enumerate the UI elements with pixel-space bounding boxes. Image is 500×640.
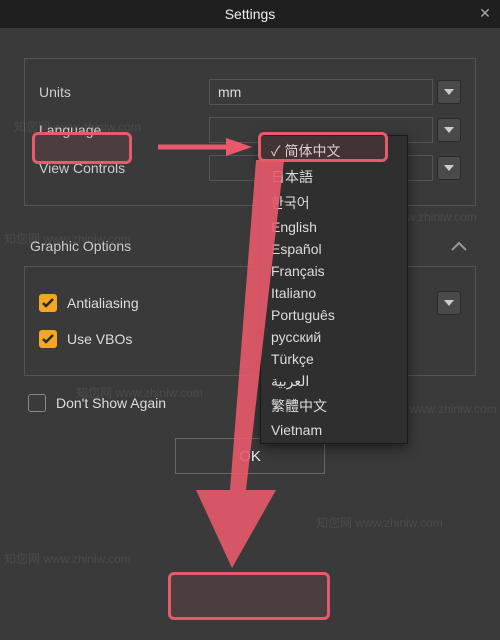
units-label: Units bbox=[39, 84, 209, 100]
language-label: Language bbox=[39, 122, 209, 138]
dont-show-label: Don't Show Again bbox=[56, 395, 166, 411]
antialiasing-label: Antialiasing bbox=[67, 295, 139, 311]
language-option[interactable]: 繁體中文 bbox=[261, 393, 407, 419]
language-option[interactable]: العربية bbox=[261, 370, 407, 393]
dont-show-row: Don't Show Again bbox=[28, 394, 476, 412]
language-option[interactable]: Español bbox=[261, 238, 407, 260]
language-option[interactable]: 简体中文 bbox=[261, 138, 407, 164]
ok-label: OK bbox=[239, 448, 261, 465]
view-controls-label: View Controls bbox=[39, 160, 209, 176]
language-option[interactable]: 日本語 bbox=[261, 164, 407, 190]
units-value: mm bbox=[218, 84, 241, 100]
graphic-options-panel: Antialiasing Use VBOs bbox=[24, 266, 476, 376]
collapse-button[interactable] bbox=[448, 235, 470, 257]
language-option[interactable]: Français bbox=[261, 260, 407, 282]
units-dropdown-button[interactable] bbox=[437, 80, 461, 104]
titlebar: Settings ✕ bbox=[0, 0, 500, 28]
row-units: Units mm bbox=[39, 73, 461, 111]
close-icon[interactable]: ✕ bbox=[476, 4, 494, 22]
chevron-down-icon bbox=[444, 165, 454, 171]
chevron-up-icon bbox=[451, 241, 467, 251]
graphic-options-title: Graphic Options bbox=[30, 238, 131, 254]
highlight-ok-button bbox=[168, 572, 330, 620]
watermark: 知您网 www.zhiniw.com bbox=[316, 514, 443, 531]
chevron-down-icon bbox=[444, 89, 454, 95]
watermark: 知您网 www.zhiniw.com bbox=[4, 550, 131, 567]
window-title: Settings bbox=[225, 6, 276, 22]
chevron-down-icon bbox=[444, 127, 454, 133]
language-option[interactable]: Vietnam bbox=[261, 419, 407, 441]
vbo-checkbox[interactable] bbox=[39, 330, 57, 348]
language-dropdown-button[interactable] bbox=[437, 118, 461, 142]
language-option[interactable]: Português bbox=[261, 304, 407, 326]
general-panel: Units mm Language View Controls bbox=[24, 58, 476, 206]
language-option[interactable]: English bbox=[261, 216, 407, 238]
check-icon bbox=[42, 334, 54, 344]
units-select[interactable]: mm bbox=[209, 79, 433, 105]
antialiasing-checkbox[interactable] bbox=[39, 294, 57, 312]
language-option[interactable]: русский bbox=[261, 326, 407, 348]
vbo-label: Use VBOs bbox=[67, 331, 132, 347]
chevron-down-icon bbox=[444, 300, 454, 306]
language-option[interactable]: 한국어 bbox=[261, 190, 407, 216]
antialiasing-dropdown-button[interactable] bbox=[437, 291, 461, 315]
language-option[interactable]: Türkçe bbox=[261, 348, 407, 370]
view-controls-dropdown-button[interactable] bbox=[437, 156, 461, 180]
language-option[interactable]: Italiano bbox=[261, 282, 407, 304]
language-dropdown-list[interactable]: 简体中文日本語한국어EnglishEspañolFrançaisItaliano… bbox=[260, 135, 408, 444]
graphic-options-header: Graphic Options bbox=[24, 230, 476, 262]
dont-show-checkbox[interactable] bbox=[28, 394, 46, 412]
check-icon bbox=[42, 298, 54, 308]
